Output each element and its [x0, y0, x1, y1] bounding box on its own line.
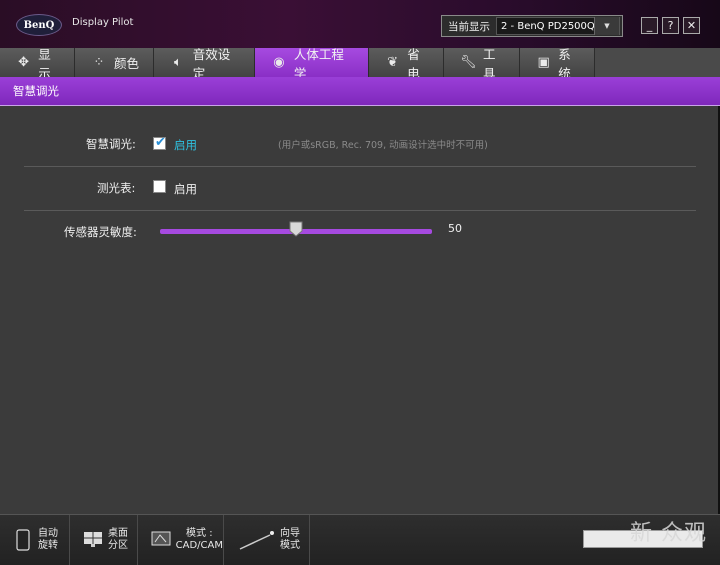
- help-icon: ?: [667, 19, 674, 32]
- monitor-select[interactable]: 2 - BenQ PD2500Q ▼: [496, 17, 620, 35]
- sensor-sensitivity-value: 50: [448, 222, 462, 235]
- smart-dimming-enable-text[interactable]: 启用: [174, 137, 197, 153]
- desktop-partition-icon: [82, 529, 104, 551]
- desktop-partition-button[interactable]: 桌面 分区: [70, 515, 138, 565]
- eye-icon: ◉: [273, 55, 285, 70]
- auto-rotate-line2: 旋转: [38, 540, 58, 551]
- tab-audio[interactable]: 🔈︎ 音效设定: [154, 47, 255, 81]
- tab-label: 音效设定: [192, 46, 231, 81]
- tab-label: 工具: [483, 46, 496, 81]
- tab-system[interactable]: ▣ 系统: [520, 47, 595, 81]
- tab-power-saving[interactable]: ❦ 省电: [369, 47, 444, 81]
- light-meter-checkbox[interactable]: [153, 180, 166, 193]
- smart-dimming-checkbox[interactable]: ✔: [153, 135, 166, 150]
- sensor-sensitivity-label: 传感器灵敏度:: [64, 225, 137, 239]
- cad-monitor-icon: [150, 529, 172, 551]
- smart-dimming-label: 智慧调光:: [86, 137, 136, 151]
- desktop-partition-line2: 分区: [108, 540, 128, 551]
- tab-label: 人体工程学: [293, 46, 344, 81]
- phone-rotate-icon: [12, 529, 34, 551]
- wizard-mode-line1: 向导: [280, 528, 300, 539]
- display-pilot-window: BenQ Display Pilot 当前显示 2 - BenQ PD2500Q…: [0, 0, 720, 565]
- section-title: 智慧调光: [13, 84, 59, 98]
- cad-cam-line1: 模式 :: [186, 528, 213, 539]
- help-button[interactable]: ?: [662, 17, 679, 34]
- minimize-icon: _: [646, 19, 653, 32]
- close-button[interactable]: ✕: [683, 17, 700, 34]
- settings-panel: [0, 106, 720, 514]
- app-title: Display Pilot: [72, 17, 134, 28]
- auto-rotate-button[interactable]: 自动 旋转: [0, 515, 70, 565]
- cad-cam-text: 模式 : CAD/CAM: [176, 528, 223, 552]
- leaf-icon: ❦: [387, 55, 399, 70]
- display-sparkle-icon: ✥: [18, 55, 30, 70]
- wizard-mode-line2: 模式: [280, 540, 300, 551]
- tab-label: 颜色: [114, 56, 140, 71]
- tab-label: 省电: [407, 46, 420, 81]
- light-meter-label: 测光表:: [97, 181, 136, 195]
- wrench-icon: 🔧︎: [460, 55, 477, 70]
- divider: [24, 166, 696, 167]
- color-dots-icon: ⁘: [93, 55, 105, 70]
- desktop-partition-line1: 桌面: [108, 528, 128, 539]
- title-bar: BenQ Display Pilot 当前显示 2 - BenQ PD2500Q…: [0, 0, 720, 48]
- current-monitor-label: 当前显示: [448, 20, 490, 33]
- close-icon: ✕: [686, 19, 697, 32]
- auto-rotate-text: 自动 旋转: [38, 528, 58, 552]
- cad-cam-line2: CAD/CAM: [175, 540, 223, 551]
- benq-logo: BenQ: [16, 14, 62, 36]
- auto-rotate-line1: 自动: [38, 528, 58, 539]
- wizard-mode-button[interactable]: 向导 模式: [224, 515, 310, 565]
- dropdown-arrow-icon[interactable]: ▼: [594, 17, 619, 35]
- main-tabs: ✥ 显示 ⁘ 颜色 🔈︎ 音效设定 ◉ 人体工程学 ❦ 省电 🔧︎ 工具 ▣ 系…: [0, 47, 720, 81]
- divider: [24, 210, 696, 211]
- current-monitor-group: 当前显示 2 - BenQ PD2500Q ▼: [441, 15, 623, 37]
- tab-tools[interactable]: 🔧︎ 工具: [444, 47, 520, 81]
- desktop-partition-text: 桌面 分区: [108, 528, 128, 552]
- light-meter-enable-text[interactable]: 启用: [174, 181, 197, 197]
- wizard-mode-text: 向导 模式: [280, 528, 300, 552]
- tab-label: 系统: [558, 46, 571, 81]
- watermark: 新 众观: [630, 521, 707, 546]
- speaker-icon: 🔈︎: [173, 55, 182, 70]
- section-header: 智慧调光: [0, 77, 720, 106]
- check-icon: ✔: [155, 135, 166, 150]
- tab-ergonomics[interactable]: ◉ 人体工程学: [255, 47, 369, 81]
- minimize-button[interactable]: _: [641, 17, 658, 34]
- smart-dimming-note: (用户或sRGB, Rec. 709, 动画设计选中时不可用): [278, 140, 488, 151]
- slider-thumb[interactable]: [289, 221, 303, 237]
- tab-display[interactable]: ✥ 显示: [0, 47, 75, 81]
- monitor-select-value: 2 - BenQ PD2500Q: [501, 20, 595, 32]
- tab-label: 显示: [38, 46, 51, 81]
- magic-wand-icon: [236, 529, 276, 551]
- cad-cam-mode-button[interactable]: 模式 : CAD/CAM: [138, 515, 224, 565]
- system-icon: ▣: [537, 55, 550, 70]
- tab-color[interactable]: ⁘ 颜色: [75, 48, 154, 77]
